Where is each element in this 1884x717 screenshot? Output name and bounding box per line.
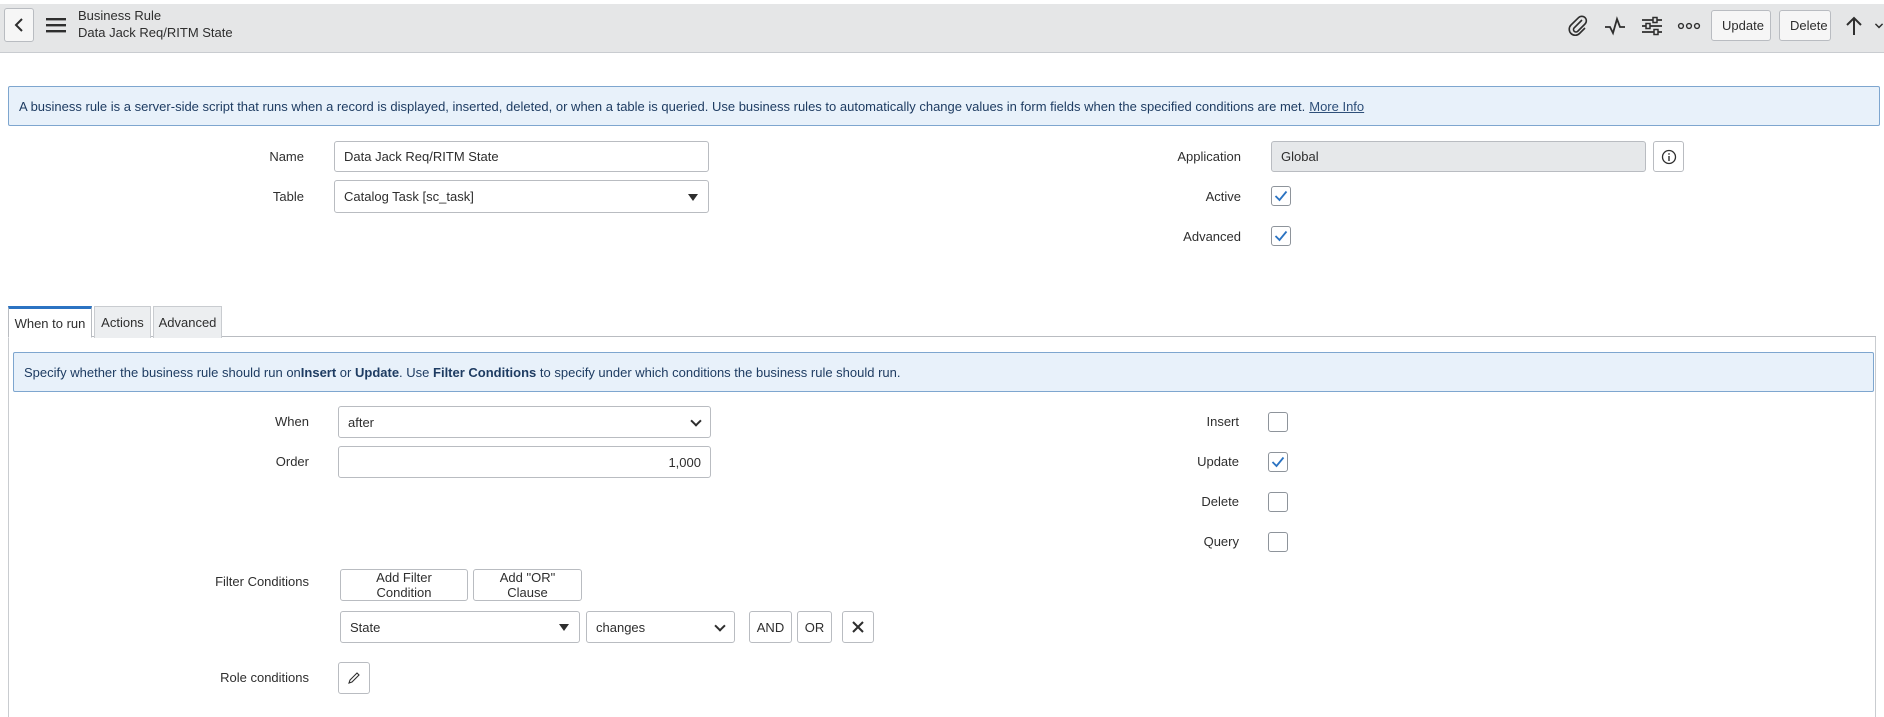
check-icon bbox=[1271, 456, 1285, 468]
arrow-up-icon[interactable] bbox=[1841, 13, 1867, 39]
tab-when-to-run[interactable]: When to run bbox=[8, 306, 92, 338]
application-field: Global bbox=[1271, 141, 1646, 172]
delete-label: Delete bbox=[1201, 494, 1239, 509]
banner-emphasis-update: Update bbox=[354, 364, 400, 380]
condition-field-value: State bbox=[350, 619, 381, 635]
table-select[interactable]: Catalog Task [sc_task] bbox=[334, 180, 709, 213]
activity-icon[interactable] bbox=[1602, 13, 1628, 39]
update-button[interactable]: Update bbox=[1711, 10, 1771, 41]
settings-sliders-icon[interactable] bbox=[1639, 13, 1665, 39]
banner-text: Specify whether the business rule should… bbox=[24, 364, 301, 380]
name-label: Name bbox=[269, 149, 304, 164]
menu-icon[interactable] bbox=[44, 14, 68, 36]
or-button[interactable]: OR bbox=[797, 611, 832, 643]
banner-text: or bbox=[336, 364, 355, 380]
table-label: Table bbox=[272, 189, 304, 204]
when-select-value: after bbox=[348, 414, 375, 430]
condition-operator-value: changes bbox=[596, 619, 646, 635]
delete-checkbox[interactable] bbox=[1268, 492, 1288, 512]
dropdown-caret-icon bbox=[559, 624, 569, 631]
check-icon bbox=[1274, 230, 1288, 242]
close-icon bbox=[852, 621, 864, 633]
banner-emphasis-insert: Insert bbox=[300, 364, 337, 380]
attachment-icon[interactable] bbox=[1565, 13, 1591, 39]
and-button[interactable]: AND bbox=[749, 611, 792, 643]
name-input[interactable]: Data Jack Req/RITM State bbox=[334, 141, 709, 172]
active-label: Active bbox=[1205, 189, 1241, 204]
update-label: Update bbox=[1197, 454, 1239, 469]
insert-checkbox[interactable] bbox=[1268, 412, 1288, 432]
when-to-run-panel bbox=[8, 337, 1876, 717]
chevron-down-icon bbox=[714, 620, 726, 632]
add-filter-condition-button[interactable]: Add Filter Condition bbox=[340, 569, 468, 601]
insert-label: Insert bbox=[1206, 414, 1239, 429]
chevron-down-icon[interactable] bbox=[1874, 18, 1884, 34]
banner-text: . Use bbox=[399, 364, 434, 380]
page-title: Business Rule bbox=[78, 8, 162, 23]
info-icon bbox=[1661, 149, 1676, 164]
role-conditions-label: Role conditions bbox=[220, 670, 309, 685]
application-info-button[interactable] bbox=[1653, 141, 1684, 172]
filter-conditions-label: Filter Conditions bbox=[215, 574, 309, 589]
chevron-down-icon bbox=[690, 415, 702, 427]
tab-advanced[interactable]: Advanced bbox=[153, 306, 222, 338]
tab-actions[interactable]: Actions bbox=[94, 306, 151, 338]
query-label: Query bbox=[1203, 534, 1239, 549]
active-checkbox[interactable] bbox=[1271, 186, 1291, 206]
info-banner: A business rule is a server-side script … bbox=[8, 86, 1880, 126]
application-label: Application bbox=[1177, 149, 1241, 164]
dropdown-caret-icon bbox=[688, 193, 698, 201]
order-input[interactable]: 1,000 bbox=[338, 446, 711, 478]
when-select[interactable]: after bbox=[338, 406, 711, 438]
order-label: Order bbox=[275, 454, 309, 469]
back-icon bbox=[14, 18, 23, 32]
back-button[interactable] bbox=[4, 8, 34, 42]
more-info-link[interactable]: More Info bbox=[1309, 99, 1364, 114]
when-label: When bbox=[275, 414, 309, 429]
record-name: Data Jack Req/RITM State bbox=[78, 25, 233, 40]
delete-button[interactable]: Delete bbox=[1779, 10, 1831, 41]
condition-field-select[interactable]: State bbox=[340, 611, 580, 643]
info-banner-text: A business rule is a server-side script … bbox=[19, 98, 1306, 114]
check-icon bbox=[1274, 190, 1288, 202]
table-select-value: Catalog Task [sc_task] bbox=[344, 189, 474, 204]
edit-role-conditions-button[interactable] bbox=[338, 662, 370, 694]
remove-condition-button[interactable] bbox=[842, 611, 874, 643]
banner-emphasis-filter: Filter Conditions bbox=[433, 364, 537, 380]
condition-operator-select[interactable]: changes bbox=[586, 611, 735, 643]
advanced-label: Advanced bbox=[1183, 229, 1241, 244]
pencil-icon bbox=[348, 672, 360, 684]
query-checkbox[interactable] bbox=[1268, 532, 1288, 552]
banner-text: to specify under which conditions the bu… bbox=[536, 364, 901, 380]
when-to-run-banner: Specify whether the business rule should… bbox=[13, 352, 1874, 392]
advanced-checkbox[interactable] bbox=[1271, 226, 1291, 246]
add-or-clause-button[interactable]: Add "OR" Clause bbox=[473, 569, 582, 601]
more-icon[interactable] bbox=[1676, 13, 1702, 39]
update-checkbox[interactable] bbox=[1268, 452, 1288, 472]
